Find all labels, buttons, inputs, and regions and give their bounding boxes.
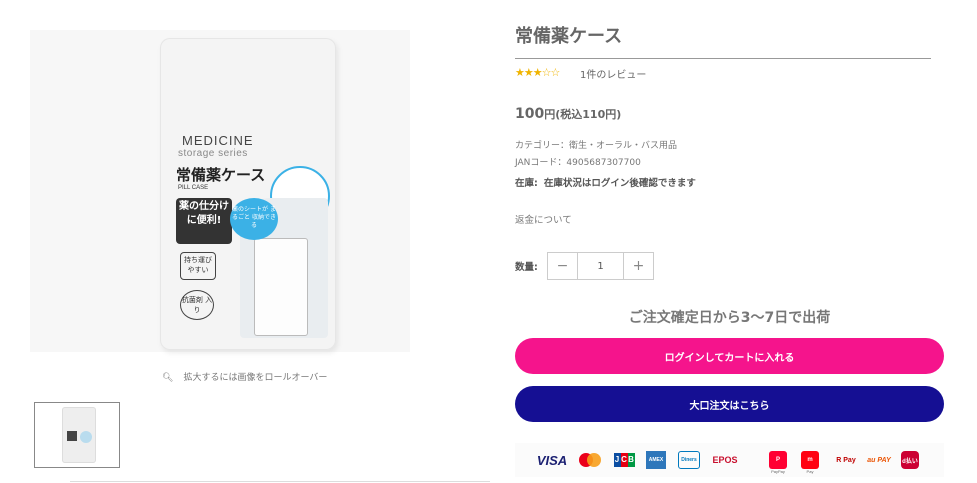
- package-name-text: 常備薬ケース: [176, 166, 266, 184]
- jan-code-text: JANコード：4905687307700: [515, 158, 641, 168]
- mastercard-icon: [578, 452, 602, 468]
- login-add-to-cart-button[interactable]: ログインしてカートに入れる: [515, 338, 944, 374]
- quantity-increase-button[interactable]: +: [623, 253, 653, 279]
- visa-icon: VISA: [536, 452, 568, 468]
- package-badge-antibacterial: 抗菌剤 入り: [180, 290, 214, 320]
- diners-icon: Diners: [678, 451, 700, 469]
- product-main-image[interactable]: MEDICINE storage series 常備薬ケース PILL CASE…: [30, 30, 410, 352]
- thumbnail-image: [62, 407, 96, 463]
- refund-link[interactable]: 返金について: [515, 212, 572, 226]
- package-badge: 薬の仕分けに便利!: [176, 198, 232, 244]
- bottom-divider: [70, 481, 490, 482]
- package-bubble: 薬のシートが まるごと 収納できる: [230, 198, 278, 240]
- paypay-label: PayPay: [771, 469, 785, 474]
- title-divider: [515, 58, 931, 59]
- zoom-hint-text: 拡大するには画像をロールオーバー: [183, 373, 328, 383]
- pill-case-image: [254, 238, 308, 336]
- review-count-link[interactable]: 1件のレビュー: [580, 66, 646, 81]
- package-series-text: storage series: [178, 148, 248, 159]
- epos-icon: EPOS: [712, 455, 738, 465]
- payment-methods: VISA JCB AMEX Diners EPOS P m R Pay au P…: [515, 443, 944, 477]
- price-value: 100: [515, 106, 545, 122]
- shipping-note: ご注文確定日から3〜7日で出荷: [628, 310, 831, 326]
- rating-stars: ★★★☆☆: [515, 66, 560, 79]
- stock-status: 在庫: 在庫状況はログイン後確認できます: [515, 175, 696, 189]
- package-sub-text: PILL CASE: [178, 185, 209, 191]
- rakuten-pay-icon: R Pay: [836, 456, 856, 464]
- au-pay-icon: au PAY: [867, 456, 891, 464]
- product-title: 常備薬ケース: [515, 26, 623, 47]
- amex-icon: AMEX: [646, 451, 666, 469]
- price: 100円(税込110円): [515, 103, 621, 122]
- quantity-decrease-button[interactable]: −: [548, 253, 578, 279]
- quantity-stepper: − 1 +: [547, 252, 654, 280]
- merpay-label: Pay: [806, 469, 814, 474]
- product-package-image: MEDICINE storage series 常備薬ケース PILL CASE…: [160, 38, 336, 350]
- bulk-order-button[interactable]: 大口注文はこちら: [515, 386, 944, 422]
- category-text: カテゴリー：衛生・オーラル・バス用品: [515, 141, 678, 151]
- d-barai-icon: d払い: [901, 451, 919, 469]
- zoom-hint: 🔍︎ 拡大するには画像をロールオーバー: [162, 370, 327, 383]
- package-brand-text: MEDICINE: [182, 133, 254, 148]
- quantity-input[interactable]: 1: [578, 253, 623, 279]
- merpay-icon: m: [801, 451, 819, 469]
- stock-label: 在庫:: [515, 178, 538, 189]
- jcb-icon: JCB: [613, 452, 635, 468]
- paypay-icon: P: [769, 451, 787, 469]
- magnifier-icon: 🔍︎: [162, 373, 174, 383]
- stock-value: 在庫状況はログイン後確認できます: [543, 178, 696, 189]
- package-badge-portable: 持ち運び やすい: [180, 252, 216, 280]
- price-unit: 円(税込110円): [544, 108, 622, 121]
- thumbnail-1[interactable]: [34, 402, 120, 468]
- quantity-label: 数量:: [515, 262, 538, 273]
